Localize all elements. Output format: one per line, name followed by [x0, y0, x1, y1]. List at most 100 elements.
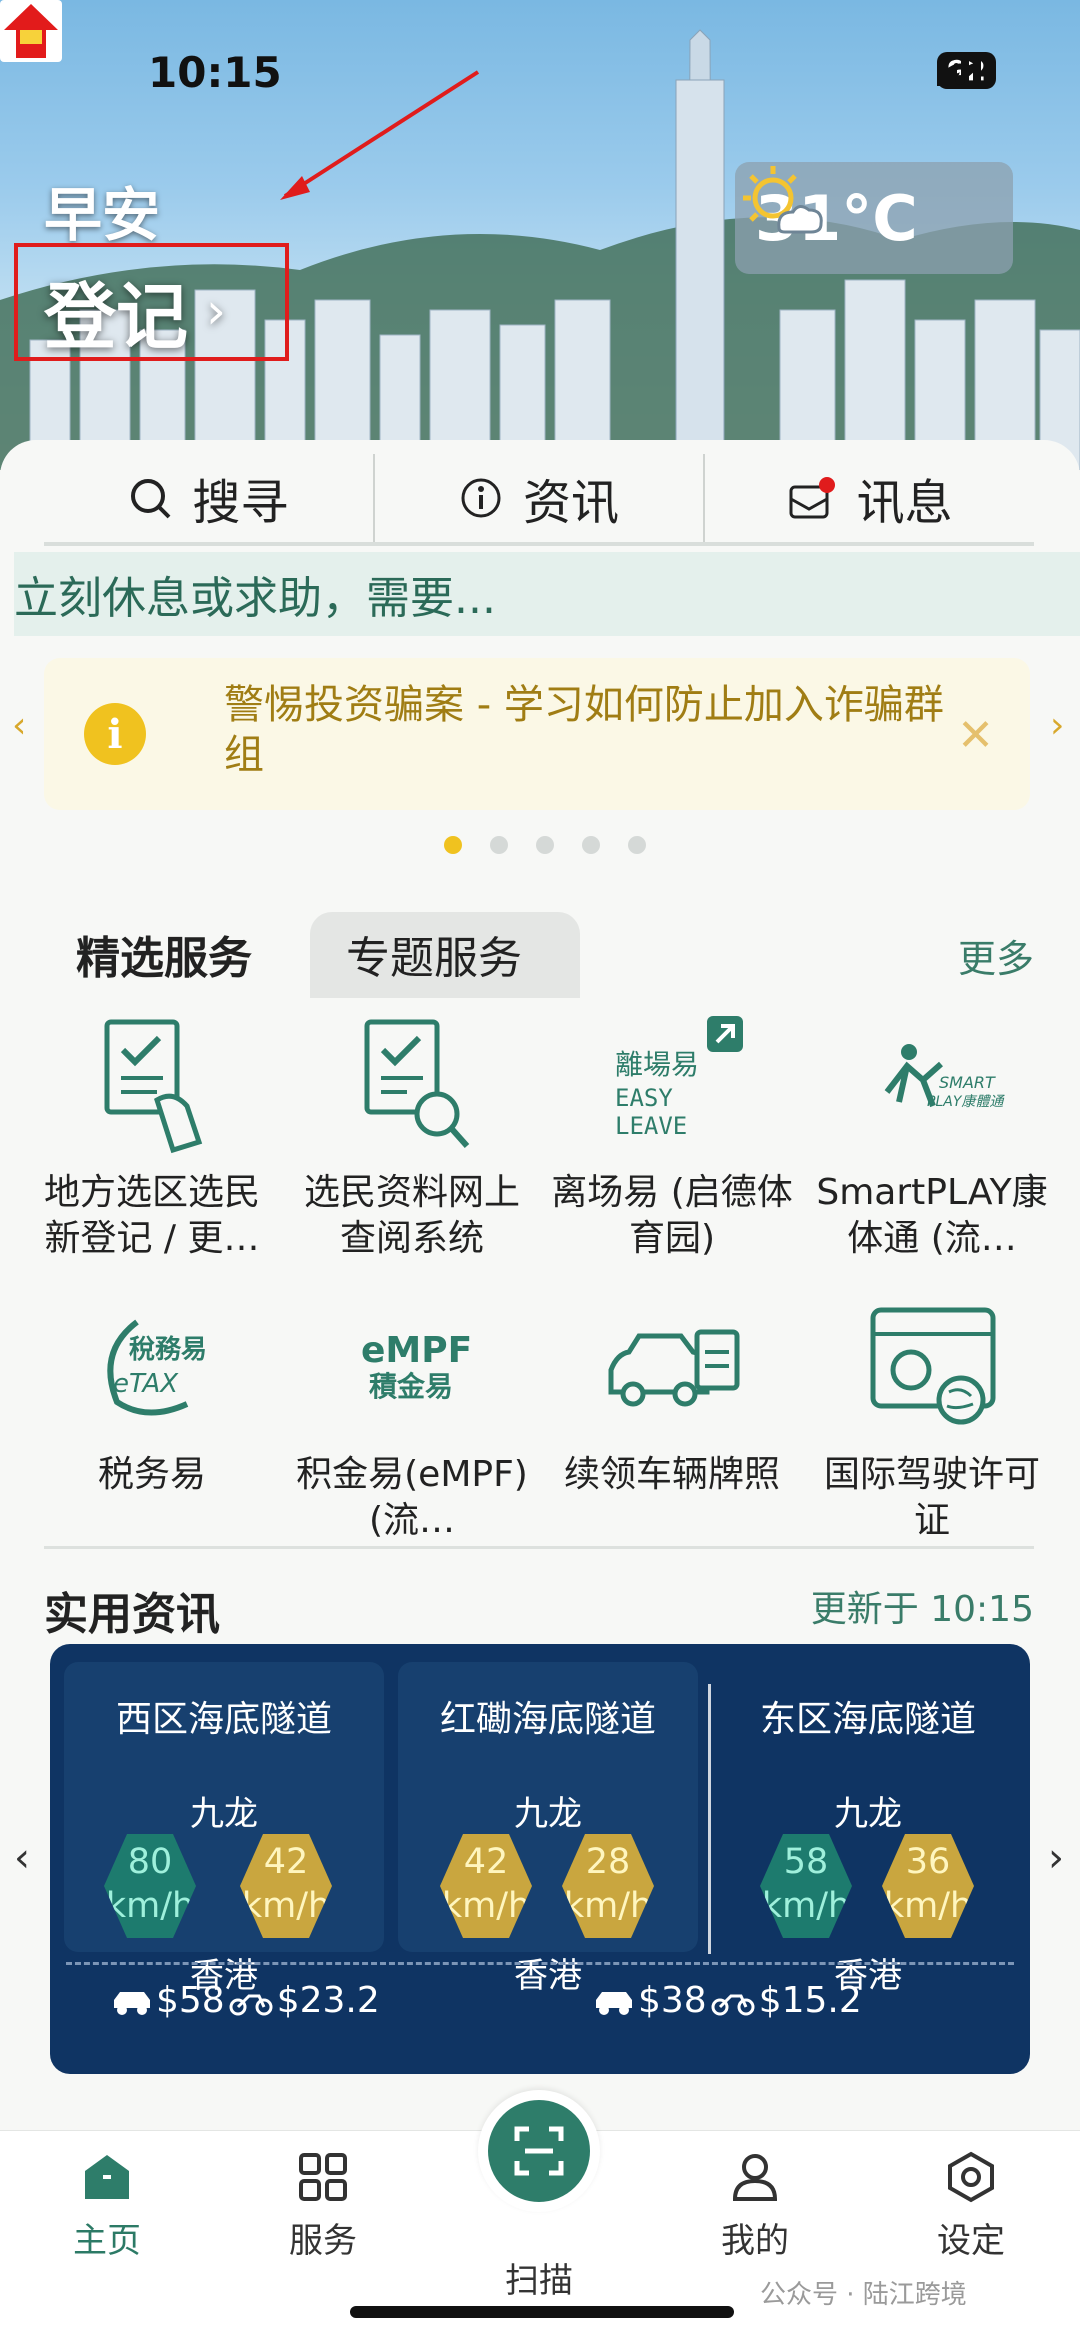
svg-text:LEAVE: LEAVE — [615, 1112, 687, 1140]
nav-label: 我的 — [721, 2221, 789, 2261]
chevron-left-icon[interactable]: ‹ — [14, 1835, 30, 1881]
service-label: 地方选区选民新登记 / 更… — [43, 1172, 260, 1259]
smartplay-icon: SMART PLAY康體通 — [884, 1044, 1005, 1110]
motorcycle-icon — [711, 1994, 755, 2015]
profile-icon — [732, 2154, 778, 2201]
driving-permit-icon — [870, 1307, 996, 1425]
car-toll: $58 — [156, 1980, 225, 2021]
tab-thematic-services[interactable]: 专题服务 — [346, 922, 522, 986]
tunnel-separator — [708, 1684, 711, 1954]
tunnel-direction-top: 九龙 — [834, 1794, 902, 1834]
tunnel-card[interactable]: 西区海底隧道 九龙 80 km/h 42 km/h 香港 — [64, 1662, 384, 1996]
service-label: 国际驾驶许可证 — [823, 1454, 1040, 1541]
nav-label: 服务 — [289, 2221, 357, 2261]
greeting-text: 早安 — [44, 181, 161, 249]
svg-text:稅務易: 稅務易 — [129, 1335, 207, 1365]
info-icon: i — [84, 703, 146, 765]
service-etax[interactable]: 稅務易 eTAX 税务易 — [22, 1292, 282, 1544]
carousel-dot[interactable] — [582, 836, 600, 854]
nav-label: 设定 — [937, 2221, 1005, 2261]
update-time: 更新于 10:15 — [810, 1589, 1034, 1630]
nav-label: 扫描 — [505, 2261, 573, 2301]
carousel-dot[interactable] — [490, 836, 508, 854]
sun-cloud-icon — [743, 166, 823, 234]
scan-icon — [514, 2126, 564, 2176]
motorcycle-toll: $15.2 — [758, 1980, 862, 2021]
very-hot-warning-icon[interactable] — [0, 0, 62, 62]
more-link[interactable]: 更多 — [958, 928, 1034, 983]
empf-icon: eMPF 積金易 — [361, 1330, 472, 1403]
tunnel-card[interactable]: 红磡海底隧道 九龙 42 km/h 28 km/h 香港 — [398, 1662, 698, 1996]
service-voter-search[interactable]: 选民资料网上查阅系统 — [282, 1010, 542, 1262]
info-icon — [461, 478, 501, 518]
nav-settings[interactable]: 设定 — [896, 2151, 1046, 2262]
section-divider — [44, 1546, 1034, 1549]
speed-badge: 42 km/h — [240, 1834, 332, 1938]
toll-info: $58 $23.2 — [112, 1980, 380, 2021]
carousel-dot[interactable] — [536, 836, 554, 854]
grid-icon — [299, 2153, 347, 2201]
service-label: 税务易 — [97, 1454, 206, 1495]
practical-info-title: 实用资讯 — [44, 1589, 220, 1640]
svg-text:SMART: SMART — [939, 1073, 996, 1092]
nav-home[interactable]: 主页 — [32, 2151, 182, 2262]
status-time: 10:15 — [148, 48, 282, 97]
service-label: 续领车辆牌照 — [563, 1454, 780, 1495]
tunnel-card[interactable]: 东区海底隧道 九龙 58 km/h 36 km/h 香港 — [718, 1662, 1018, 1996]
svg-text:PLAY康體通: PLAY康體通 — [927, 1094, 1005, 1110]
speed-badge: 42 km/h — [440, 1834, 532, 1938]
nav-services[interactable]: 服务 — [248, 2151, 398, 2262]
ticker-text: 立刻休息或求助，需要... — [14, 573, 496, 624]
tab-messages[interactable]: 讯息 — [703, 454, 1034, 542]
services-header: 精选服务 专题服务 更多 — [44, 908, 1034, 998]
status-bar: 10:15 92 — [0, 40, 1080, 110]
scan-button[interactable] — [478, 2090, 600, 2212]
car-toll: $38 — [638, 1980, 707, 2021]
service-voter-registration[interactable]: 地方选区选民新登记 / 更… — [22, 1010, 282, 1262]
tab-messages-label: 讯息 — [856, 475, 953, 531]
tab-info[interactable]: 资讯 — [372, 454, 704, 542]
search-icon — [131, 479, 171, 519]
chevron-right-icon[interactable]: › — [1048, 1835, 1064, 1881]
tab-search[interactable]: 搜寻 — [44, 454, 373, 542]
nav-scan-label-wrap[interactable]: 扫描 — [464, 2253, 614, 2302]
annotation-highlight-box — [14, 243, 289, 361]
notice-banner[interactable]: i 警惕投资骗案 - 学习如何防止加入诈骗群组 ✕ — [44, 658, 1030, 810]
carousel-dot[interactable] — [444, 836, 462, 854]
tunnel-traffic-panel[interactable]: 西区海底隧道 九龙 80 km/h 42 km/h 香港 红磡海底隧道 九龙 42 k… — [50, 1644, 1030, 2074]
service-label: 离场易 (启德体育园) — [551, 1172, 793, 1259]
tunnel-direction-top: 九龙 — [514, 1794, 582, 1834]
notice-text: 警惕投资骗案 - 学习如何防止加入诈骗群组 — [224, 682, 944, 778]
weather-widget[interactable]: 31°C — [735, 162, 1013, 274]
service-smartplay[interactable]: SMART PLAY康體通 SmartPLAY康体通 (流… — [802, 1010, 1062, 1262]
services-grid: 地方选区选民新登记 / 更… 选民资料网上查阅系统 離場易 EASY LEAVE… — [22, 1010, 1062, 1544]
marquee-ticker[interactable]: 立刻休息或求助，需要... — [14, 552, 1080, 636]
svg-text:離場易: 離場易 — [615, 1048, 699, 1081]
speed-badge: 58 km/h — [760, 1834, 852, 1938]
service-easy-leave[interactable]: 離場易 EASY LEAVE 离场易 (启德体育园) — [542, 1010, 802, 1262]
top-tabs: 搜寻 资讯 讯息 — [44, 454, 1034, 546]
tunnel-direction-top: 九龙 — [190, 1794, 258, 1834]
notice-prev-icon[interactable]: ‹ — [12, 705, 26, 746]
toll-divider — [66, 1962, 1014, 1965]
voter-search-icon — [364, 1019, 470, 1148]
wifi-icon — [939, 53, 981, 85]
tab-featured-services[interactable]: 精选服务 — [76, 922, 252, 986]
main-card: 搜寻 资讯 讯息 立刻休息或求助，需要... ‹ › i 警惕投资骗案 - 学习… — [0, 440, 1080, 2140]
service-empf[interactable]: eMPF 積金易 积金易(eMPF) (流… — [282, 1292, 542, 1544]
service-vehicle-licence[interactable]: 续领车辆牌照 — [542, 1292, 802, 1544]
service-label: 积金易(eMPF) (流… — [296, 1454, 528, 1541]
speed-badge: 80 km/h — [104, 1834, 196, 1938]
svg-text:積金易: 積金易 — [369, 1370, 453, 1403]
home-indicator — [350, 2306, 734, 2318]
tab-info-label: 资讯 — [523, 475, 620, 531]
carousel-dot[interactable] — [628, 836, 646, 854]
notice-next-icon[interactable]: › — [1050, 705, 1064, 746]
service-driving-permit[interactable]: 国际驾驶许可证 — [802, 1292, 1062, 1544]
message-icon — [789, 477, 835, 519]
close-icon[interactable]: ✕ — [957, 710, 994, 761]
toll-info: $38 $15.2 — [594, 1980, 862, 2021]
nav-profile[interactable]: 我的 — [680, 2151, 830, 2262]
easy-leave-icon: 離場易 EASY LEAVE — [615, 1016, 743, 1140]
carousel-dots — [444, 836, 646, 854]
